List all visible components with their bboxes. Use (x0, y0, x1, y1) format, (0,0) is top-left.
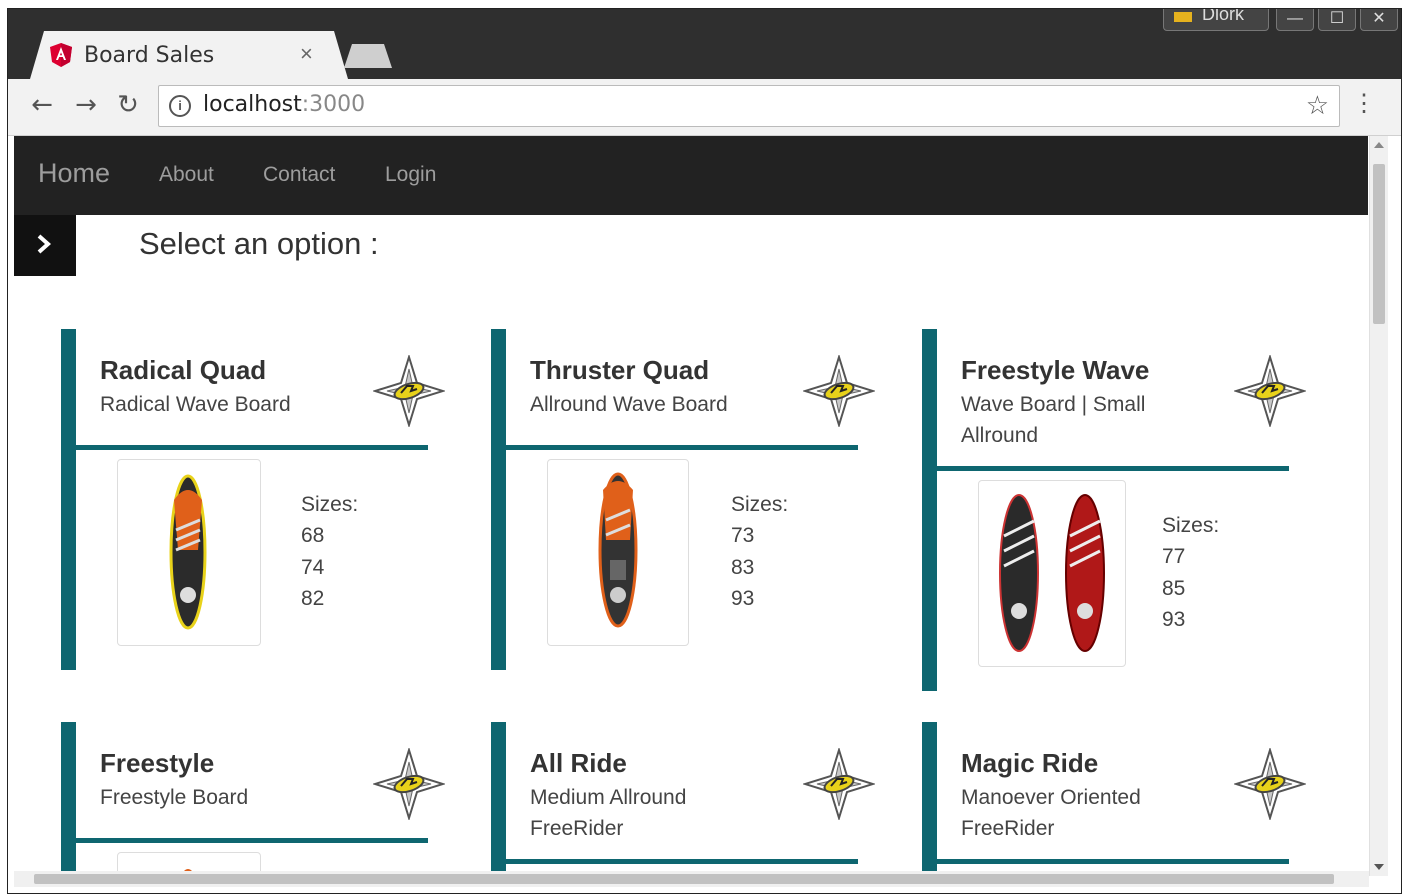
minimize-button[interactable]: — (1276, 9, 1314, 31)
sizes-label: Sizes: (1162, 514, 1220, 537)
star-icon[interactable]: ☆ (1306, 90, 1329, 121)
nav-login-link[interactable]: Login (385, 163, 436, 187)
board-description: Radical Wave Board (100, 393, 291, 416)
brand-star-logo-icon (373, 748, 445, 820)
size-value: 93 (1162, 608, 1186, 631)
card-accent-bar (922, 722, 937, 876)
board-image (547, 459, 689, 646)
board-description: Freestyle Board (100, 786, 249, 809)
page-title: Select an option : (139, 226, 379, 261)
card-accent-bar (61, 722, 76, 876)
nav-contact-link[interactable]: Contact (263, 163, 335, 187)
card-accent-bar (491, 722, 506, 876)
scrollbar-thumb[interactable] (1373, 164, 1385, 324)
nav-about-link[interactable]: About (159, 163, 214, 187)
menu-dots-icon[interactable]: ⋮ (1352, 89, 1376, 119)
reload-icon[interactable]: ↻ (112, 89, 144, 121)
sizes-label: Sizes: (731, 493, 789, 516)
info-icon[interactable]: i (169, 95, 191, 117)
tab-close-icon[interactable]: × (300, 41, 313, 67)
scroll-up-arrow-icon[interactable] (1374, 142, 1384, 148)
card-divider (76, 838, 428, 843)
card-divider (937, 466, 1289, 471)
board-photo (169, 474, 207, 630)
card-divider (76, 445, 428, 450)
profile-label: Dlork (1202, 8, 1245, 24)
board-description: Wave Board | Small Allround (961, 393, 1146, 447)
board-image (117, 459, 261, 646)
size-value: 74 (301, 556, 325, 579)
new-tab-button[interactable] (344, 44, 392, 68)
board-description: Allround Wave Board (530, 393, 728, 416)
horizontal-scrollbar[interactable] (14, 871, 1369, 887)
board-name: Freestyle (100, 748, 215, 778)
brand-star-logo-icon (803, 748, 875, 820)
url-text: localhost:3000 (203, 92, 366, 117)
size-value: 85 (1162, 577, 1186, 600)
card-divider (506, 859, 858, 864)
vertical-scrollbar[interactable] (1369, 136, 1388, 876)
close-window-button[interactable]: ✕ (1360, 9, 1398, 31)
board-description: Medium Allround FreeRider (530, 786, 687, 840)
forward-arrow-icon[interactable]: → (70, 89, 102, 121)
card-accent-bar (61, 329, 76, 670)
url-input[interactable]: i localhost:3000 ☆ (158, 85, 1340, 127)
board-name: Freestyle Wave (961, 355, 1150, 385)
brand-star-logo-icon (803, 355, 875, 427)
brand-star-logo-icon (1234, 748, 1306, 820)
card-divider (506, 445, 858, 450)
address-bar: ← → ↻ i localhost:3000 ☆ ⋮ (8, 79, 1401, 136)
card-divider (937, 859, 1289, 864)
back-arrow-icon[interactable]: ← (26, 89, 58, 121)
board-name: Radical Quad (100, 355, 267, 385)
board-photo (598, 472, 638, 628)
brand-star-logo-icon (1234, 355, 1306, 427)
brand-star-logo-icon (373, 355, 445, 427)
scrollbar-thumb[interactable] (34, 874, 1334, 884)
size-value: 68 (301, 524, 325, 547)
browser-window: Board Sales × Dlork — ☐ ✕ ← → ↻ i localh… (7, 8, 1402, 894)
sizes-label: Sizes: (301, 493, 359, 516)
board-image (978, 480, 1126, 667)
sidebar-toggle-button[interactable] (14, 215, 76, 276)
tab-strip: Board Sales × Dlork — ☐ ✕ (8, 9, 1401, 79)
board-name: All Ride (530, 748, 627, 778)
top-navbar: Home About Contact Login (14, 136, 1368, 215)
card-accent-bar (922, 329, 937, 691)
angular-favicon-icon (50, 43, 72, 67)
size-value: 77 (1162, 545, 1186, 568)
maximize-button[interactable]: ☐ (1318, 9, 1356, 31)
size-value: 83 (731, 556, 755, 579)
size-value: 73 (731, 524, 755, 547)
page-viewport: Home About Contact Login Select an optio… (14, 136, 1368, 876)
card-accent-bar (491, 329, 506, 670)
browser-tab[interactable]: Board Sales × (30, 31, 348, 79)
tab-title: Board Sales (84, 43, 215, 68)
nav-home-link[interactable]: Home (38, 158, 110, 189)
board-name: Magic Ride (961, 748, 1099, 778)
chevron-right-icon (37, 234, 52, 254)
board-name: Thruster Quad (530, 355, 710, 385)
size-value: 93 (731, 587, 755, 610)
scroll-down-arrow-icon[interactable] (1374, 864, 1384, 870)
profile-icon (1174, 12, 1192, 22)
profile-button[interactable]: Dlork (1163, 8, 1269, 31)
board-photo (999, 494, 1105, 652)
board-description: Manoever Oriented FreeRider (961, 786, 1141, 840)
size-value: 82 (301, 587, 325, 610)
